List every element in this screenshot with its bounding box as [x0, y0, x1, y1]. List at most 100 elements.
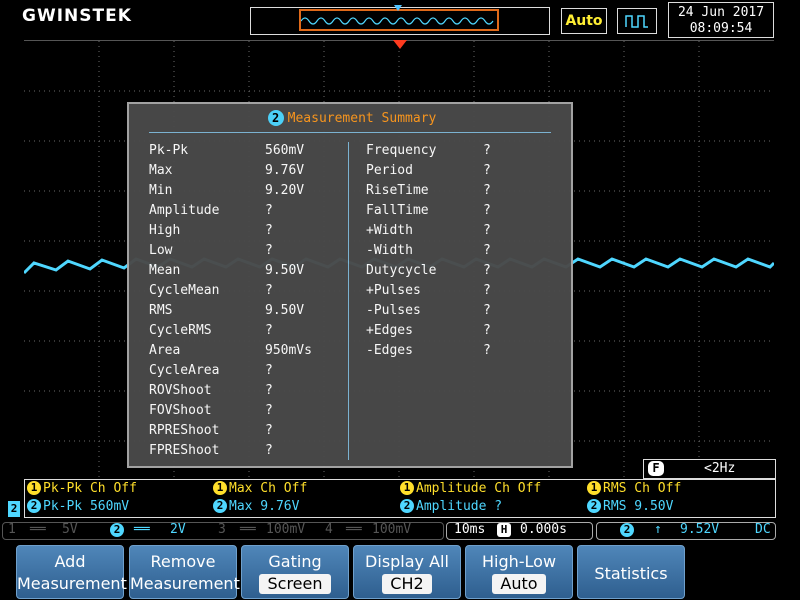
date-time-display: 24 Jun 2017 08:09:54 — [668, 2, 774, 38]
measurement-row: Max 9.76V — [149, 161, 355, 181]
measurement-label: +Width — [366, 223, 413, 238]
channel-number-badge: 1 — [400, 481, 414, 495]
measurement-row: +Edges? — [366, 321, 573, 341]
measurement-value: ? — [483, 243, 491, 258]
measurement-label: CycleRMS — [149, 323, 212, 338]
measurement-value: ? — [483, 223, 491, 238]
date-text: 24 Jun 2017 — [677, 5, 765, 20]
trigger-mode-icon[interactable] — [617, 8, 657, 34]
softkey-label: Measurement — [17, 574, 127, 593]
measurement-row: CycleArea? — [149, 361, 355, 381]
readout-text: Max Ch Off — [229, 481, 308, 496]
measurement-row: Min 9.20V — [149, 181, 355, 201]
measurement-label: Min — [149, 183, 173, 198]
channel-badge: 2 — [267, 110, 284, 126]
measurement-row: Period? — [366, 161, 573, 181]
overview-trigger-marker — [394, 5, 402, 11]
softkey-label: Gating — [268, 552, 322, 571]
measurement-row: -Edges? — [366, 341, 573, 361]
measurement-summary-panel: 2 Measurement Summary Pk-Pk 560mV Max 9.76V M… — [127, 102, 573, 468]
measurement-label: -Pulses — [366, 303, 421, 318]
measurement-label: Dutycycle — [366, 263, 437, 278]
measurement-label: +Edges — [366, 323, 413, 338]
measurement-row: RiseTime? — [366, 181, 573, 201]
measurement-row: Frequency? — [366, 141, 573, 161]
memory-overview-bar — [250, 7, 550, 35]
panel-title-text: Measurement Summary — [287, 111, 437, 126]
measurement-readout: 2 RMS 9.50V — [587, 498, 673, 516]
measurement-value: ? — [265, 403, 273, 418]
panel-title-rule — [149, 132, 551, 133]
high-low-button[interactable]: High-Low Auto — [465, 545, 573, 599]
softkey-label: Add — [54, 552, 86, 571]
ch3-scale: 100mV — [266, 522, 306, 537]
display-all-value: CH2 — [382, 574, 432, 594]
ch3-number: 3 — [218, 522, 226, 537]
readout-text: Amplitude Ch Off — [416, 481, 542, 496]
measurement-value: ? — [265, 223, 273, 238]
channel-number-badge: 1 — [213, 481, 227, 495]
ch4-scale: 100mV — [372, 522, 412, 537]
measurement-readout: 2 Max 9.76V — [213, 498, 299, 516]
measurement-row: FPREShoot? — [149, 441, 355, 461]
measurement-row: Amplitude? — [149, 201, 355, 221]
measurement-row: -Width? — [366, 241, 573, 261]
measurement-label: Area — [149, 343, 181, 358]
gating-button[interactable]: Gating Screen — [241, 545, 349, 599]
measurement-value: ? — [483, 263, 491, 278]
readout-row-ch2: 2 Pk-Pk 560mV 2 Max 9.76V 2 Amplitude ? 2 RMS 9… — [24, 498, 776, 518]
channel-number-badge: 2 — [27, 499, 41, 513]
measurement-value: ? — [265, 363, 273, 378]
time-text: 08:09:54 — [689, 21, 753, 36]
channel-number-badge: 1 — [27, 481, 41, 495]
measurement-row: -Pulses? — [366, 301, 573, 321]
measurement-label: +Pulses — [366, 283, 421, 298]
ch1-scale: 5V — [62, 522, 78, 537]
ch3-coupling-icon: ══ — [240, 522, 256, 537]
measurement-label: -Edges — [366, 343, 413, 358]
measurement-value: ? — [265, 203, 273, 218]
channel-number-badge: 1 — [587, 481, 601, 495]
measurement-value: 560mV — [265, 143, 305, 158]
measurement-row: High? — [149, 221, 355, 241]
measurement-row: Dutycycle? — [366, 261, 573, 281]
measurement-label: FallTime — [366, 203, 429, 218]
measurement-row: Area 950mVs — [149, 341, 355, 361]
display-all-button[interactable]: Display All CH2 — [353, 545, 461, 599]
measurement-value: 950mVs — [265, 343, 312, 358]
measurement-label: Pk-Pk — [149, 143, 189, 158]
measurement-label: High — [149, 223, 181, 238]
measurement-value: ? — [265, 383, 273, 398]
readout-text: Pk-Pk Ch Off — [43, 481, 137, 496]
measurement-value: ? — [483, 163, 491, 178]
panel-title: 2 Measurement Summary — [129, 110, 575, 126]
measurement-value: 9.76V — [265, 163, 305, 178]
measurement-value: ? — [483, 303, 491, 318]
ch2-scale: 2V — [170, 522, 186, 537]
measurement-readout: 1 RMS Ch Off — [587, 480, 681, 498]
add-measurement-button[interactable]: Add Measurement — [16, 545, 127, 599]
measurement-row: FOVShoot? — [149, 401, 355, 421]
auto-trigger-button[interactable]: Auto — [561, 8, 607, 34]
measurement-label: CycleMean — [149, 283, 220, 298]
measurement-value: ? — [483, 203, 491, 218]
readout-text: Amplitude ? — [416, 499, 503, 514]
trigger-coupling: DC — [755, 522, 771, 537]
statistics-button[interactable]: Statistics — [577, 545, 685, 599]
measurement-label: RiseTime — [366, 183, 429, 198]
measurement-row: Mean 9.50V — [149, 261, 355, 281]
readout-text: Max 9.76V — [229, 499, 300, 514]
horizontal-position-value: 0.000s — [520, 522, 567, 537]
measurement-value: 9.20V — [265, 183, 305, 198]
measurement-label: Low — [149, 243, 173, 258]
measurement-readout: 1 Max Ch Off — [213, 480, 307, 498]
measurement-value: ? — [483, 343, 491, 358]
brand-logo: GWINSTEK — [22, 6, 132, 26]
softkey-label: Remove — [150, 552, 216, 571]
remove-measurement-button[interactable]: Remove Measurement — [129, 545, 240, 599]
trigger-position-marker — [393, 40, 407, 49]
overview-window — [299, 9, 499, 31]
status-bar: 1 ══ 5V 2 ══ 2V 3 ══ 100mV 4 ══ 100mV 10… — [0, 521, 800, 541]
ch1-coupling-icon: ══ — [30, 522, 46, 537]
measurement-label: RMS — [149, 303, 173, 318]
